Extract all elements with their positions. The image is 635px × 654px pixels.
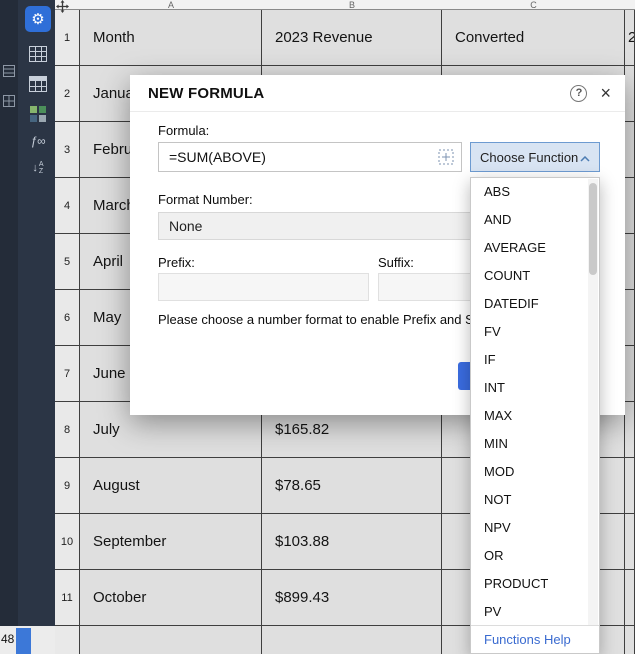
- cell-a[interactable]: [80, 626, 262, 654]
- function-list-item[interactable]: MIN: [471, 430, 599, 458]
- row-number[interactable]: 2: [55, 66, 80, 122]
- function-list: ABS AND AVERAGE COUNT DATEDIF FV IF INT MAX MIN MO…: [471, 178, 599, 626]
- dock-strip: [0, 0, 18, 626]
- function-list-item[interactable]: AND: [471, 206, 599, 234]
- choose-function-label: Choose Function: [480, 149, 579, 165]
- cell-d[interactable]: [625, 122, 635, 178]
- format-number-label: Format Number:: [158, 192, 253, 207]
- bottom-status-area: 48: [0, 626, 55, 654]
- table-header-icon[interactable]: [25, 71, 51, 97]
- function-list-item[interactable]: FV: [471, 318, 599, 346]
- row-number[interactable]: 6: [55, 290, 80, 346]
- cell-d[interactable]: [625, 626, 635, 654]
- cell-d[interactable]: [625, 346, 635, 402]
- dialog-header: NEW FORMULA ? ×: [130, 75, 625, 112]
- function-list-item[interactable]: PRODUCT: [471, 570, 599, 598]
- help-icon[interactable]: ?: [570, 84, 588, 102]
- cell-d[interactable]: [625, 290, 635, 346]
- function-list-item[interactable]: MAX: [471, 402, 599, 430]
- cell-b[interactable]: $78.65: [262, 458, 442, 514]
- function-list-item[interactable]: OR: [471, 542, 599, 570]
- table-icon[interactable]: [25, 41, 51, 67]
- cell-a[interactable]: August: [80, 458, 262, 514]
- sort-az-icon[interactable]: ↓ A Z: [25, 155, 51, 181]
- cell-b[interactable]: 2023 Revenue: [262, 10, 442, 66]
- row-number[interactable]: 8: [55, 402, 80, 458]
- column-header-a[interactable]: A: [80, 0, 262, 10]
- dock-grid-icon[interactable]: [3, 94, 15, 107]
- choose-function-button[interactable]: Choose Function: [470, 142, 600, 172]
- function-dropdown: ABS AND AVERAGE COUNT DATEDIF FV IF INT MAX MIN MO…: [470, 177, 600, 654]
- suffix-label: Suffix:: [378, 255, 414, 270]
- table-move-handle-icon[interactable]: [56, 0, 69, 18]
- cell-d[interactable]: [625, 234, 635, 290]
- grid-row: 1 Month 2023 Revenue Converted 2: [55, 10, 635, 66]
- cell-d[interactable]: [625, 66, 635, 122]
- function-list-item[interactable]: NPV: [471, 514, 599, 542]
- row-number[interactable]: [55, 626, 80, 654]
- cell-a[interactable]: Month: [80, 10, 262, 66]
- cell-a[interactable]: September: [80, 514, 262, 570]
- cell-d[interactable]: [625, 402, 635, 458]
- function-list-item[interactable]: INT: [471, 374, 599, 402]
- cell-d[interactable]: [625, 514, 635, 570]
- bottom-blue-button[interactable]: [16, 628, 31, 654]
- column-header-b[interactable]: B: [262, 0, 442, 10]
- close-icon[interactable]: ×: [600, 84, 611, 102]
- dialog-title: NEW FORMULA: [148, 84, 265, 102]
- cell-c[interactable]: Converted: [442, 10, 625, 66]
- chevron-up-icon: [580, 150, 590, 165]
- cell-d[interactable]: [625, 570, 635, 626]
- table-editor-screen: A B C 1 Month 2023 Revenue Converted 2 2…: [0, 0, 635, 654]
- row-number[interactable]: 4: [55, 178, 80, 234]
- function-list-item[interactable]: PV: [471, 598, 599, 626]
- column-header-bar: A B C: [55, 0, 635, 10]
- cell-d[interactable]: [625, 458, 635, 514]
- bottom-status-text: 48: [1, 632, 15, 646]
- function-list-item[interactable]: AVERAGE: [471, 234, 599, 262]
- settings-gear-icon[interactable]: ⚙: [25, 6, 51, 32]
- cell-a[interactable]: October: [80, 570, 262, 626]
- row-number[interactable]: 3: [55, 122, 80, 178]
- row-number[interactable]: 11: [55, 570, 80, 626]
- dock-list-icon[interactable]: [3, 64, 15, 77]
- dropdown-scrollbar-thumb[interactable]: [589, 183, 597, 275]
- prefix-label: Prefix:: [158, 255, 195, 270]
- function-list-item[interactable]: COUNT: [471, 262, 599, 290]
- row-number[interactable]: 5: [55, 234, 80, 290]
- format-number-value: None: [169, 218, 203, 234]
- row-number[interactable]: 10: [55, 514, 80, 570]
- cell-d[interactable]: [625, 178, 635, 234]
- dropdown-scrollbar[interactable]: [588, 179, 598, 625]
- functions-help-link[interactable]: Functions Help: [471, 625, 599, 653]
- function-list-item[interactable]: IF: [471, 346, 599, 374]
- function-list-item[interactable]: MOD: [471, 458, 599, 486]
- cell-b[interactable]: [262, 626, 442, 654]
- function-list-item[interactable]: ABS: [471, 178, 599, 206]
- prefix-input[interactable]: [158, 273, 369, 301]
- row-number[interactable]: 9: [55, 458, 80, 514]
- palette-icon[interactable]: [25, 101, 51, 127]
- function-infinity-icon[interactable]: ƒ∞: [25, 128, 51, 154]
- row-number[interactable]: 7: [55, 346, 80, 402]
- insert-field-icon[interactable]: [438, 149, 454, 170]
- formula-input[interactable]: [158, 142, 462, 172]
- cell-b[interactable]: $899.43: [262, 570, 442, 626]
- cell-d[interactable]: 2: [625, 10, 635, 66]
- left-toolbar: ⚙ ƒ∞ ↓ A Z: [0, 0, 55, 626]
- cell-b[interactable]: $103.88: [262, 514, 442, 570]
- format-note-text: Please choose a number format to enable …: [158, 312, 498, 327]
- formula-label: Formula:: [158, 123, 210, 138]
- column-header-c[interactable]: C: [442, 0, 625, 10]
- row-number[interactable]: 1: [55, 10, 80, 66]
- function-list-item[interactable]: DATEDIF: [471, 290, 599, 318]
- function-list-item[interactable]: NOT: [471, 486, 599, 514]
